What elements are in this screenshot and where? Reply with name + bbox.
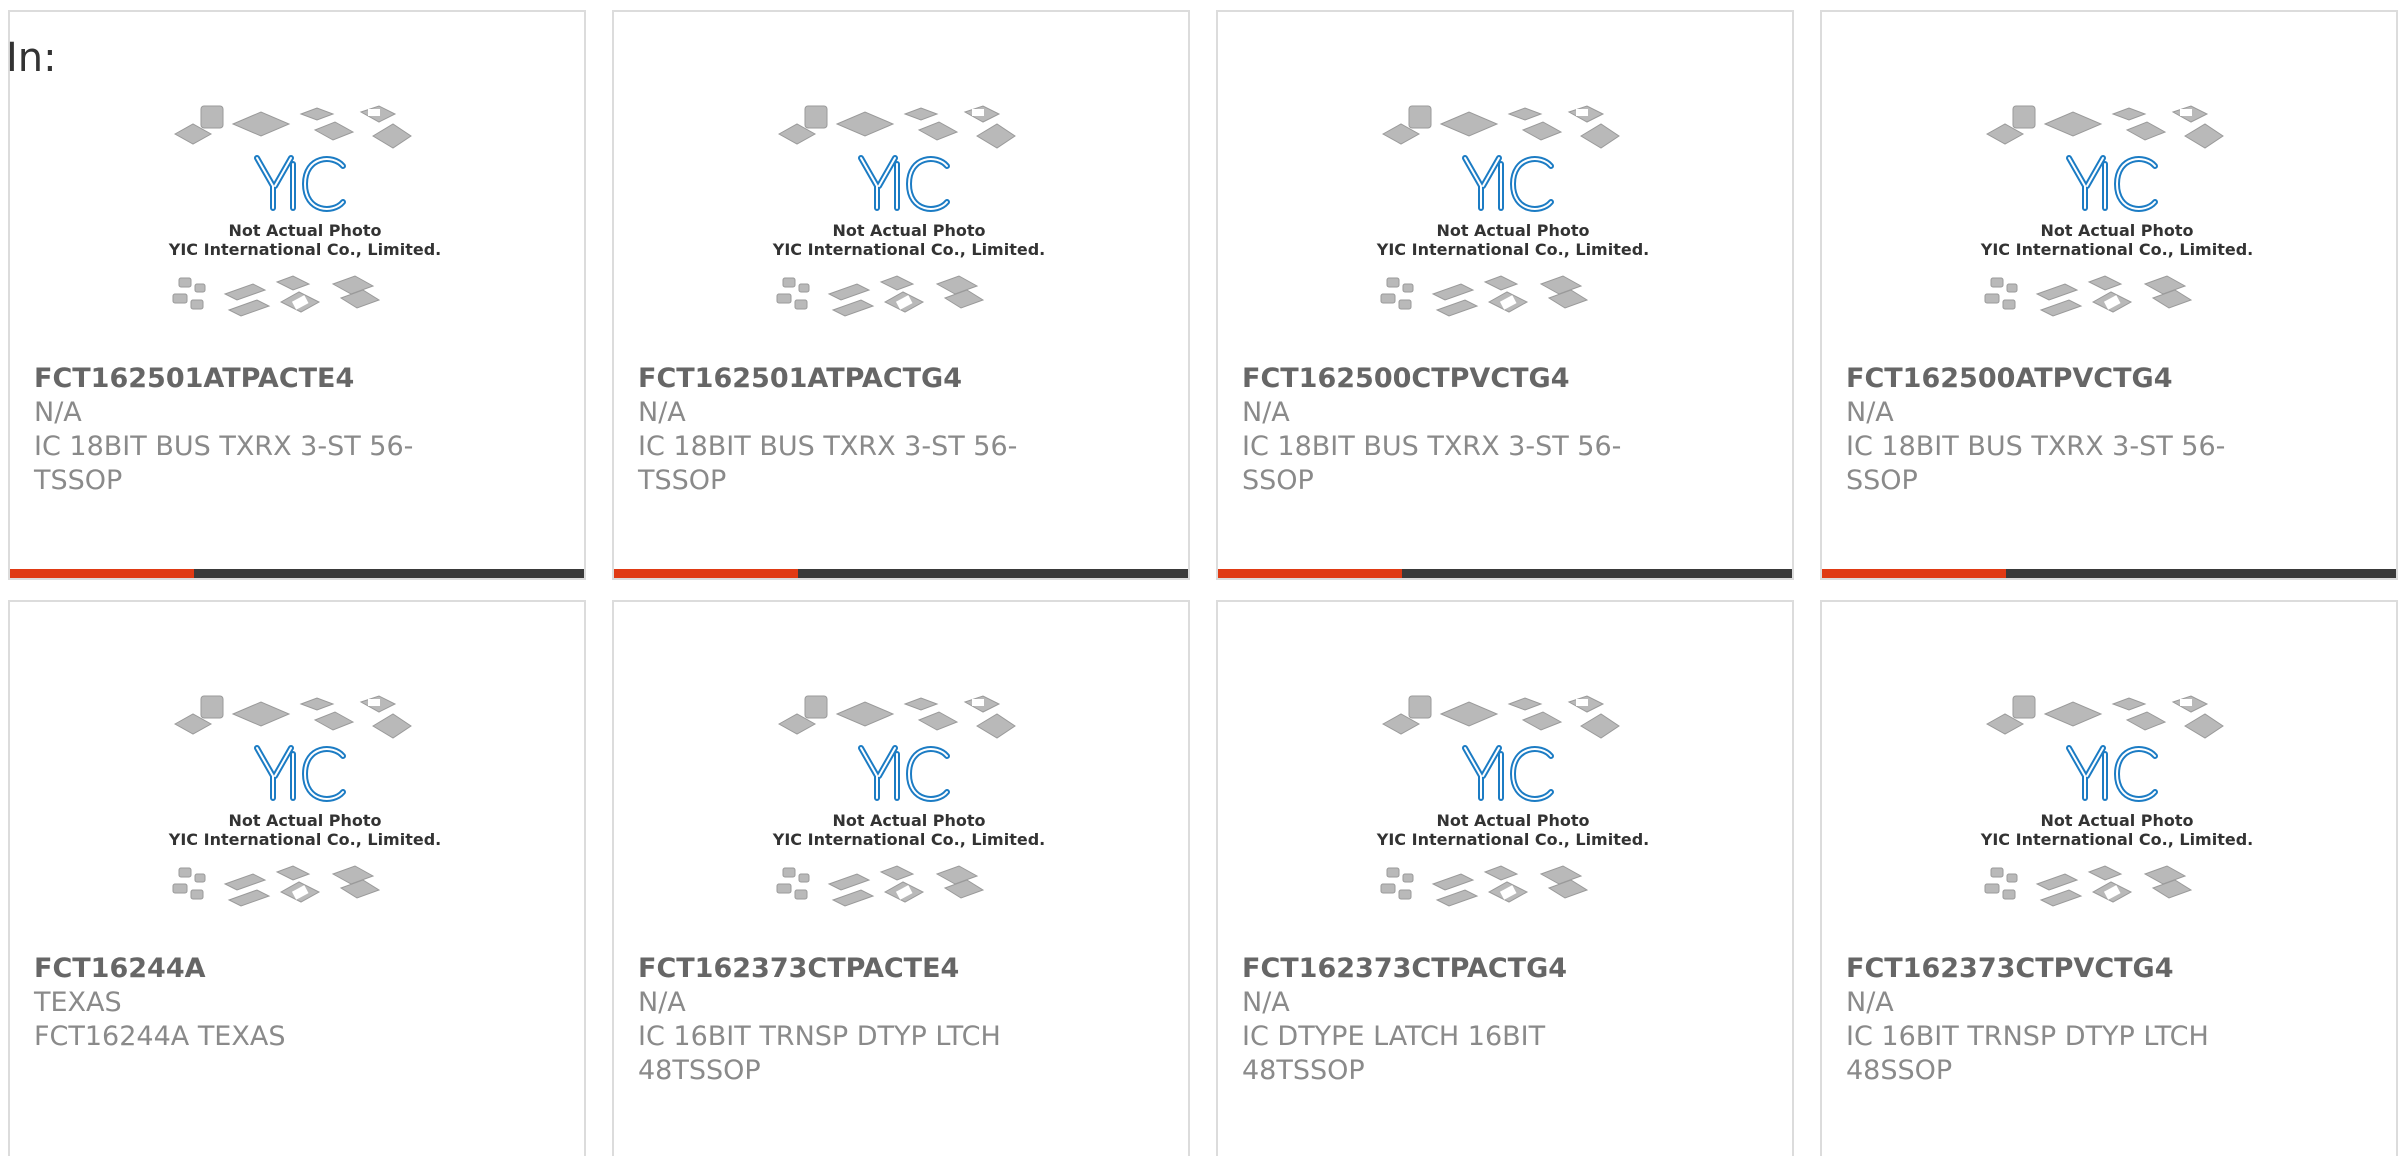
product-info: FCT162501ATPACTE4 N/A IC 18BIT BUS TXRX 3-… <box>34 362 464 498</box>
description: IC 16BIT TRNSP DTYP LTCH 48TSSOP <box>638 1021 1001 1086</box>
part-number-link[interactable]: FCT162500CTPVCTG4 <box>1242 362 1672 396</box>
in-label: In: <box>6 35 57 81</box>
description: IC 18BIT BUS TXRX 3-ST 56-TSSOP <box>638 431 1018 496</box>
placeholder-caption-line1: Not Actual Photo <box>832 221 985 240</box>
placeholder-caption-line2: YIC International Co., Limited. <box>772 240 1045 259</box>
product-info: FCT162373CTPVCTG4 N/A IC 16BIT TRNSP DTYP … <box>1846 952 2276 1088</box>
product-image-placeholder[interactable]: Not Actual Photo YIC International Co., … <box>165 690 445 945</box>
part-number-link[interactable]: FCT162501ATPACTG4 <box>638 362 1068 396</box>
product-card[interactable]: Not Actual Photo YIC International Co., … <box>8 10 586 580</box>
part-number-link[interactable]: FCT162501ATPACTE4 <box>34 362 464 396</box>
product-image-placeholder[interactable]: Not Actual Photo YIC International Co., … <box>165 100 445 355</box>
placeholder-caption-line1: Not Actual Photo <box>228 221 381 240</box>
manufacturer: N/A <box>638 397 686 428</box>
placeholder-caption-line2: YIC International Co., Limited. <box>168 240 441 259</box>
product-card[interactable]: Not Actual Photo YIC International Co., … <box>1820 600 2398 1156</box>
description: IC 18BIT BUS TXRX 3-ST 56-TSSOP <box>34 431 414 496</box>
placeholder-caption-line1: Not Actual Photo <box>832 811 985 830</box>
placeholder-caption-line2: YIC International Co., Limited. <box>1376 830 1649 849</box>
product-info: FCT162501ATPACTG4 N/A IC 18BIT BUS TXRX 3-… <box>638 362 1068 498</box>
product-info: FCT162500CTPVCTG4 N/A IC 18BIT BUS TXRX 3-… <box>1242 362 1672 498</box>
card-footer-bar <box>614 569 1188 578</box>
part-number-link[interactable]: FCT162500ATPVCTG4 <box>1846 362 2276 396</box>
manufacturer: N/A <box>1846 987 1894 1018</box>
placeholder-caption-line1: Not Actual Photo <box>2040 221 2193 240</box>
product-card[interactable]: Not Actual Photo YIC International Co., … <box>1216 600 1794 1156</box>
card-footer-accent <box>10 569 194 578</box>
placeholder-caption-line1: Not Actual Photo <box>228 811 381 830</box>
description: FCT16244A TEXAS <box>34 1021 286 1052</box>
placeholder-caption-line2: YIC International Co., Limited. <box>168 830 441 849</box>
description: IC DTYPE LATCH 16BIT 48TSSOP <box>1242 1021 1546 1086</box>
product-card[interactable]: Not Actual Photo YIC International Co., … <box>1820 10 2398 580</box>
manufacturer: TEXAS <box>34 987 122 1018</box>
placeholder-caption-line1: Not Actual Photo <box>1436 221 1589 240</box>
product-image-placeholder[interactable]: Not Actual Photo YIC International Co., … <box>769 690 1049 945</box>
product-image-placeholder[interactable]: Not Actual Photo YIC International Co., … <box>1373 100 1653 355</box>
placeholder-caption-line1: Not Actual Photo <box>1436 811 1589 830</box>
product-info: FCT162373CTPACTG4 N/A IC DTYPE LATCH 16BIT… <box>1242 952 1672 1088</box>
card-footer-accent <box>1218 569 1402 578</box>
product-card[interactable]: Not Actual Photo YIC International Co., … <box>1216 10 1794 580</box>
product-card[interactable]: Not Actual Photo YIC International Co., … <box>612 600 1190 1156</box>
card-footer-bar <box>1822 569 2396 578</box>
placeholder-caption-line2: YIC International Co., Limited. <box>1980 830 2253 849</box>
description: IC 16BIT TRNSP DTYP LTCH 48SSOP <box>1846 1021 2209 1086</box>
product-info: FCT16244A TEXAS FCT16244A TEXAS <box>34 952 464 1054</box>
placeholder-caption-line2: YIC International Co., Limited. <box>772 830 1045 849</box>
product-info: FCT162500ATPVCTG4 N/A IC 18BIT BUS TXRX 3-… <box>1846 362 2276 498</box>
card-footer-accent <box>614 569 798 578</box>
product-card[interactable]: Not Actual Photo YIC International Co., … <box>612 10 1190 580</box>
product-image-placeholder[interactable]: Not Actual Photo YIC International Co., … <box>769 100 1049 355</box>
manufacturer: N/A <box>1846 397 1894 428</box>
part-number-link[interactable]: FCT162373CTPACTG4 <box>1242 952 1672 986</box>
product-grid-page: In: Not Actual Photo YIC International C… <box>0 0 2400 1156</box>
card-footer-bar <box>1218 569 1792 578</box>
product-image-placeholder[interactable]: Not Actual Photo YIC International Co., … <box>1977 100 2257 355</box>
card-footer-bar <box>10 569 584 578</box>
manufacturer: N/A <box>1242 397 1290 428</box>
manufacturer: N/A <box>638 987 686 1018</box>
part-number-link[interactable]: FCT16244A <box>34 952 464 986</box>
product-image-placeholder[interactable]: Not Actual Photo YIC International Co., … <box>1373 690 1653 945</box>
manufacturer: N/A <box>1242 987 1290 1018</box>
description: IC 18BIT BUS TXRX 3-ST 56-SSOP <box>1846 431 2226 496</box>
placeholder-caption-line2: YIC International Co., Limited. <box>1376 240 1649 259</box>
card-footer-accent <box>1822 569 2006 578</box>
product-card[interactable]: Not Actual Photo YIC International Co., … <box>8 600 586 1156</box>
part-number-link[interactable]: FCT162373CTPVCTG4 <box>1846 952 2276 986</box>
placeholder-caption-line1: Not Actual Photo <box>2040 811 2193 830</box>
placeholder-caption-line2: YIC International Co., Limited. <box>1980 240 2253 259</box>
description: IC 18BIT BUS TXRX 3-ST 56-SSOP <box>1242 431 1622 496</box>
product-image-placeholder[interactable]: Not Actual Photo YIC International Co., … <box>1977 690 2257 945</box>
manufacturer: N/A <box>34 397 82 428</box>
part-number-link[interactable]: FCT162373CTPACTE4 <box>638 952 1068 986</box>
product-info: FCT162373CTPACTE4 N/A IC 16BIT TRNSP DTYP … <box>638 952 1068 1088</box>
